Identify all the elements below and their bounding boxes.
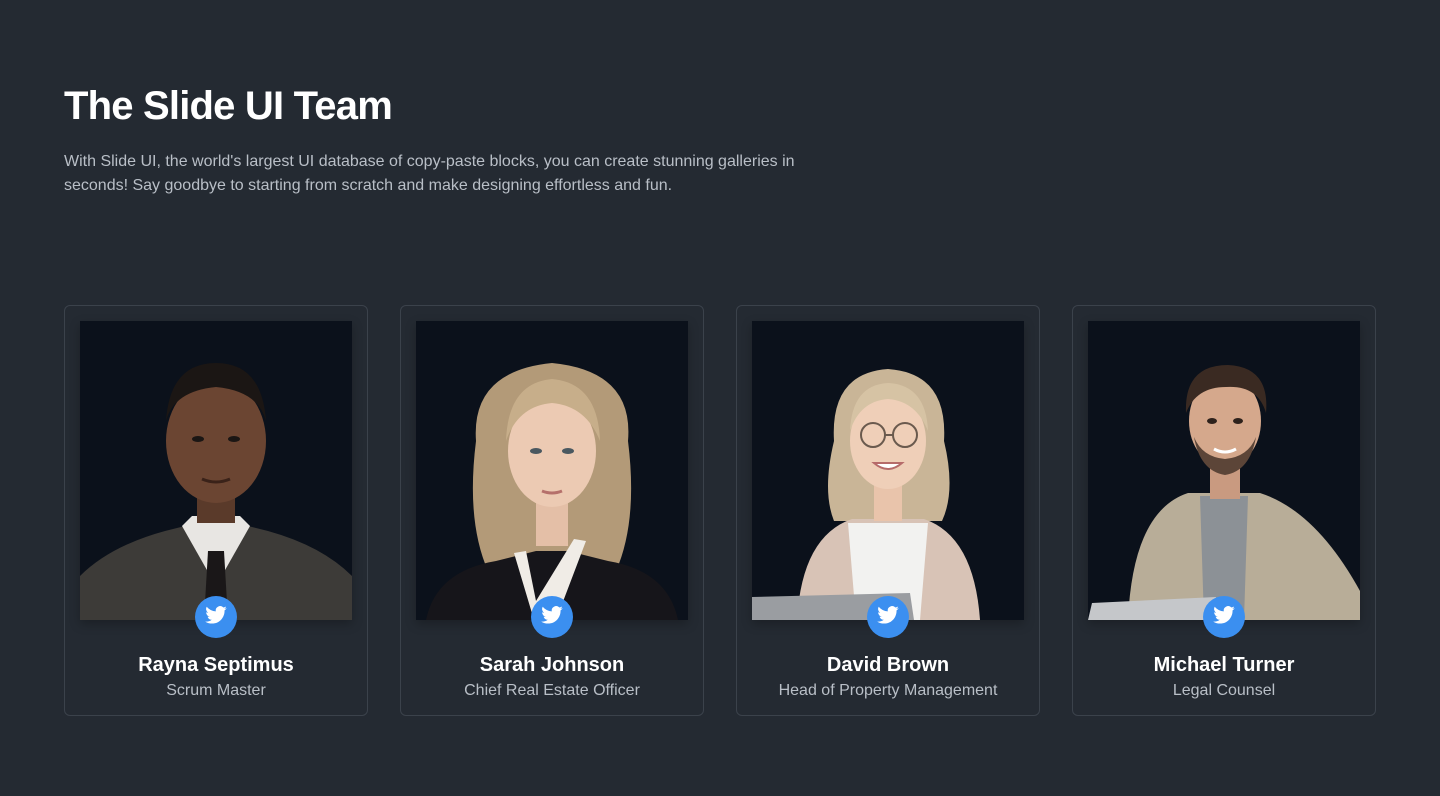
- team-card: David Brown Head of Property Management: [736, 305, 1040, 716]
- team-cards: Rayna Septimus Scrum Master Sarah Johnso…: [64, 305, 1376, 716]
- team-card: Sarah Johnson Chief Real Estate Officer: [400, 305, 704, 716]
- section-header: The Slide UI Team With Slide UI, the wor…: [64, 82, 824, 198]
- member-photo: [1088, 321, 1360, 620]
- member-photo: [80, 321, 352, 620]
- member-role: Legal Counsel: [1172, 682, 1276, 699]
- member-photo: [752, 321, 1024, 620]
- twitter-button[interactable]: [531, 596, 573, 638]
- member-photo: [416, 321, 688, 620]
- team-section: The Slide UI Team With Slide UI, the wor…: [0, 0, 1440, 796]
- member-role: Scrum Master: [166, 682, 266, 699]
- page-description: With Slide UI, the world's largest UI da…: [64, 153, 795, 194]
- twitter-button[interactable]: [1203, 596, 1245, 638]
- twitter-icon: [205, 605, 227, 629]
- twitter-button[interactable]: [195, 596, 237, 638]
- page-title: The Slide UI Team: [64, 84, 393, 128]
- twitter-icon: [541, 605, 563, 629]
- twitter-icon: [877, 605, 899, 629]
- member-name: Michael Turner: [1153, 654, 1295, 676]
- member-role: Head of Property Management: [778, 682, 998, 699]
- twitter-button[interactable]: [867, 596, 909, 638]
- member-name: David Brown: [826, 654, 950, 676]
- member-name: Rayna Septimus: [138, 654, 294, 676]
- twitter-icon: [1213, 605, 1235, 629]
- team-card: Michael Turner Legal Counsel: [1072, 305, 1376, 716]
- member-role: Chief Real Estate Officer: [464, 682, 640, 699]
- member-name: Sarah Johnson: [479, 654, 625, 676]
- team-card: Rayna Septimus Scrum Master: [64, 305, 368, 716]
